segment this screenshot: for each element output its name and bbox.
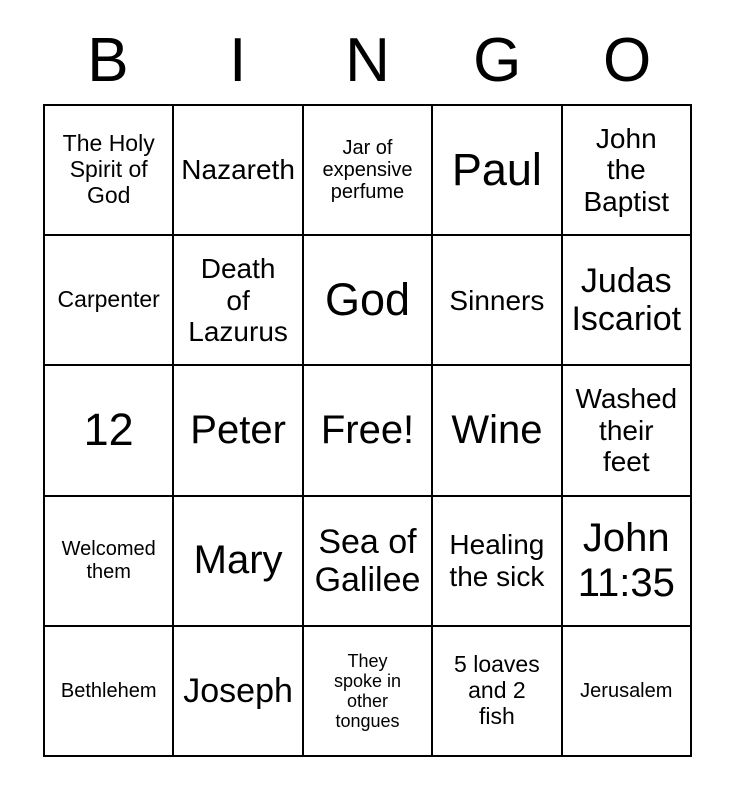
header-letter-o: O bbox=[602, 26, 652, 95]
bingo-card: B I N G O The Holy Spirit of God Nazaret… bbox=[0, 0, 736, 800]
bingo-cell-label: John 11:35 bbox=[577, 515, 675, 605]
bingo-cell-o4[interactable]: John 11:35 bbox=[562, 496, 692, 627]
bingo-cell-label: Joseph bbox=[183, 671, 293, 710]
bingo-cell-label: 12 bbox=[83, 404, 134, 456]
bingo-cell-g2[interactable]: Sinners bbox=[433, 236, 563, 367]
bingo-cell-label: Healing the sick bbox=[449, 529, 545, 592]
bingo-cell-label: Nazareth bbox=[181, 154, 295, 186]
bingo-cell-g4[interactable]: Healing the sick bbox=[433, 496, 563, 627]
bingo-cell-label: Bethlehem bbox=[60, 679, 157, 702]
bingo-cell-i1[interactable]: Nazareth bbox=[174, 106, 304, 237]
bingo-cell-o2[interactable]: Judas Iscariot bbox=[562, 236, 692, 367]
header-letter-b: B bbox=[87, 26, 129, 95]
bingo-cell-free-space[interactable]: Free! bbox=[303, 366, 434, 497]
bingo-cell-label: They spoke in other tongues bbox=[333, 650, 402, 732]
bingo-cell-label: Judas Iscariot bbox=[571, 262, 682, 339]
header-letter-i: I bbox=[229, 26, 247, 95]
bingo-cell-g5[interactable]: 5 loaves and 2 fish bbox=[433, 626, 563, 757]
bingo-cell-n4[interactable]: Sea of Galilee bbox=[303, 496, 434, 627]
bingo-cell-g1[interactable]: Paul bbox=[433, 106, 563, 237]
bingo-cell-label: John the Baptist bbox=[583, 123, 670, 217]
bingo-cell-i2[interactable]: Death of Lazurus bbox=[174, 236, 304, 367]
bingo-cell-n5[interactable]: They spoke in other tongues bbox=[303, 626, 434, 757]
bingo-cell-o5[interactable]: Jerusalem bbox=[562, 626, 692, 757]
bingo-cell-label: God bbox=[324, 274, 411, 326]
bingo-cell-i4[interactable]: Mary bbox=[174, 496, 304, 627]
bingo-cell-label: Peter bbox=[190, 408, 286, 453]
header-letter-g: G bbox=[473, 26, 522, 95]
bingo-cell-i5[interactable]: Joseph bbox=[174, 626, 304, 757]
bingo-cell-label: 5 loaves and 2 fish bbox=[454, 651, 540, 729]
header-letter-n: N bbox=[345, 26, 390, 95]
bingo-cell-label: Death of Lazurus bbox=[188, 253, 288, 347]
bingo-cell-b5[interactable]: Bethlehem bbox=[45, 626, 175, 757]
bingo-cell-label: Free! bbox=[320, 408, 415, 453]
bingo-cell-label: Welcomed them bbox=[61, 538, 156, 583]
bingo-cell-b4[interactable]: Welcomed them bbox=[45, 496, 175, 627]
bingo-cell-label: Jar of expensive perfume bbox=[322, 136, 413, 204]
bingo-cell-label: Washed their feet bbox=[575, 383, 678, 478]
bingo-cell-o1[interactable]: John the Baptist bbox=[562, 106, 692, 237]
bingo-cell-n1[interactable]: Jar of expensive perfume bbox=[303, 106, 434, 237]
bingo-cell-label: Jerusalem bbox=[580, 679, 673, 702]
bingo-cell-b2[interactable]: Carpenter bbox=[45, 236, 175, 367]
bingo-cell-label: Sea of Galilee bbox=[314, 522, 421, 599]
bingo-cell-label: Paul bbox=[451, 143, 542, 195]
bingo-cell-o3[interactable]: Washed their feet bbox=[562, 366, 692, 497]
bingo-cell-label: The Holy Spirit of God bbox=[62, 130, 155, 208]
bingo-cell-i3[interactable]: Peter bbox=[174, 366, 304, 497]
bingo-cell-g3[interactable]: Wine bbox=[433, 366, 563, 497]
bingo-cell-b1[interactable]: The Holy Spirit of God bbox=[45, 106, 175, 237]
bingo-cell-n2[interactable]: God bbox=[303, 236, 434, 367]
bingo-grid: The Holy Spirit of God Nazareth Jar of e… bbox=[43, 104, 692, 757]
bingo-cell-b3[interactable]: 12 bbox=[45, 366, 175, 497]
bingo-cell-label: Mary bbox=[193, 538, 283, 583]
bingo-cell-label: Sinners bbox=[449, 284, 545, 316]
bingo-cell-label: Wine bbox=[451, 408, 543, 453]
bingo-header: B I N G O bbox=[43, 18, 692, 104]
bingo-cell-label: Carpenter bbox=[57, 286, 160, 313]
